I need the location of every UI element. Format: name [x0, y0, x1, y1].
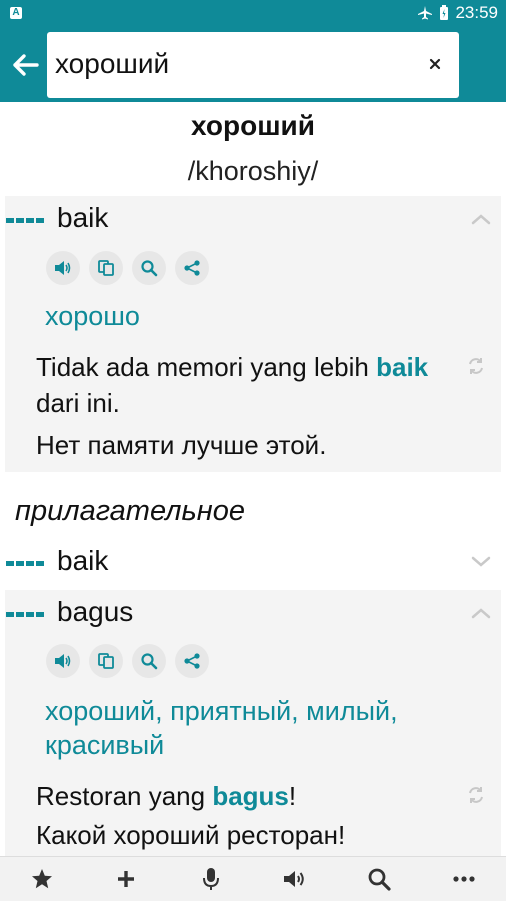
sense-word: bagus	[57, 596, 134, 627]
speaker-icon	[55, 654, 71, 668]
app-bar	[0, 28, 506, 102]
example-keyword: bagus	[212, 781, 289, 811]
speak-button[interactable]	[46, 251, 80, 285]
translation-list[interactable]: хорошо	[45, 299, 140, 333]
more-button[interactable]	[422, 857, 506, 901]
search-button[interactable]	[337, 857, 421, 901]
translation-list[interactable]: хороший, приятный, милый, красивый	[45, 694, 465, 762]
search-input[interactable]	[55, 44, 415, 84]
chevron-up-icon	[471, 608, 491, 619]
sense-header[interactable]: baik	[0, 200, 506, 244]
sense-marker	[6, 612, 44, 617]
sense-marker	[6, 561, 44, 566]
example-sentence: Restoran yang bagus!	[36, 781, 297, 811]
plus-icon	[118, 871, 135, 887]
copy-button[interactable]	[89, 251, 123, 285]
airplane-icon	[418, 6, 433, 20]
battery-icon	[440, 5, 449, 20]
transliteration: /khoroshiy/	[187, 156, 319, 186]
mic-icon	[202, 868, 219, 890]
sense-word: baik	[57, 545, 109, 576]
example-sentence: Tidak ada memori yang lebih baik dari in…	[36, 352, 429, 418]
expand-button[interactable]	[470, 551, 492, 573]
refresh-icon[interactable]	[466, 356, 486, 376]
action-bar	[46, 644, 209, 678]
add-button[interactable]	[84, 857, 168, 901]
copy-icon	[98, 260, 114, 276]
speaker-icon	[55, 261, 71, 275]
sense-word: baik	[57, 202, 109, 233]
back-button[interactable]	[6, 46, 44, 84]
speak-button[interactable]	[46, 644, 80, 678]
clock: 23:59	[455, 3, 498, 22]
headword: хороший	[191, 110, 315, 141]
collapse-button[interactable]	[470, 602, 492, 624]
speak-button[interactable]	[253, 857, 337, 901]
collapse-button[interactable]	[470, 208, 492, 230]
arrow-left-icon	[13, 54, 39, 76]
chevron-up-icon	[471, 214, 491, 225]
refresh-icon[interactable]	[466, 785, 486, 805]
more-icon	[453, 876, 475, 882]
search-button[interactable]	[132, 251, 166, 285]
share-icon	[184, 653, 200, 669]
clear-search-button[interactable]	[423, 52, 447, 76]
sense-header[interactable]: baik	[0, 543, 506, 587]
sense-marker	[6, 218, 44, 223]
copy-button[interactable]	[89, 644, 123, 678]
search-icon	[141, 260, 158, 277]
part-of-speech: прилагательное	[15, 495, 245, 527]
example-keyword: baik	[376, 352, 429, 382]
favorites-button[interactable]	[0, 857, 84, 901]
speaker-icon	[284, 871, 304, 887]
bottom-nav	[0, 856, 506, 901]
status-bar: A 23:59	[0, 0, 506, 28]
close-icon	[429, 58, 441, 70]
share-icon	[184, 260, 200, 276]
star-icon	[32, 869, 53, 889]
search-icon	[369, 868, 392, 891]
search-box	[47, 32, 459, 98]
example-translation: Какой хороший ресторан!	[36, 820, 346, 850]
share-button[interactable]	[175, 251, 209, 285]
share-button[interactable]	[175, 644, 209, 678]
search-button[interactable]	[132, 644, 166, 678]
voice-input-button[interactable]	[169, 857, 253, 901]
copy-icon	[98, 653, 114, 669]
chevron-down-icon	[471, 556, 491, 567]
search-icon	[141, 653, 158, 670]
action-bar	[46, 251, 209, 285]
sense-header[interactable]: bagus	[0, 594, 506, 638]
example-translation: Нет памяти лучше этой.	[36, 430, 327, 460]
app-notification-icon: A	[10, 7, 22, 19]
